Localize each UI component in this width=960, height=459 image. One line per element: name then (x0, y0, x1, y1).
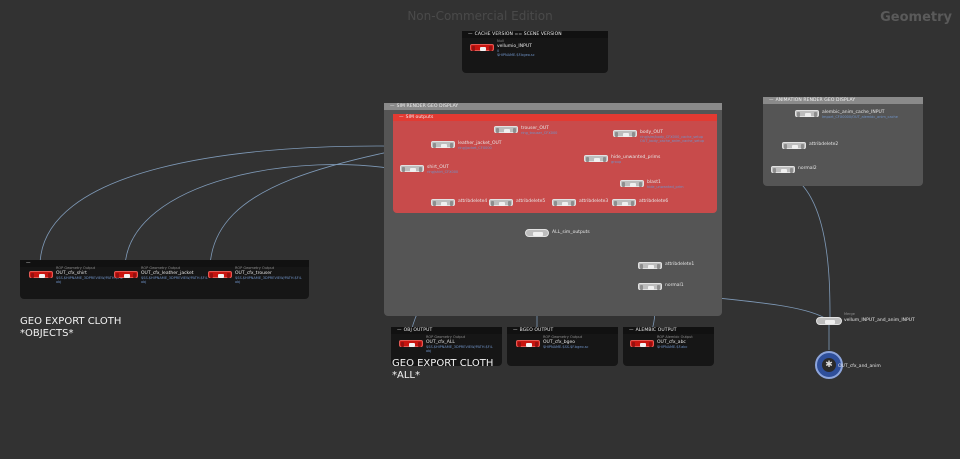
node-body[interactable] (638, 262, 662, 269)
context-title: Geometry (880, 10, 952, 25)
node-body[interactable] (489, 199, 513, 206)
node-name: attribdelete4 (458, 199, 488, 204)
node-parm: $SS.$HIPNAME_3DPREVIEW/PATH.$F4. obj (56, 276, 123, 285)
node-name: attribdelete5 (516, 199, 546, 204)
node-parm: ring/sim/body_CFX000_cache_setup OUT_body… (640, 135, 704, 144)
node-parm-line: $HIPNAME.$F.abc (657, 345, 688, 349)
node-parm: $SS.$HIPNAME_3DPREVIEW/PATH.$F4. obj (426, 345, 493, 354)
node-name: ALL_sim_outputs (552, 230, 590, 235)
node-body[interactable] (612, 199, 636, 206)
node-parm: $SS.$HIPNAME_3DPREVIEW/PATH.$F4. obj (141, 276, 208, 285)
node-parm-line: obj (141, 280, 147, 285)
box-header: — ANIMATION RENDER GEO DISPLAY (763, 97, 923, 104)
node-body[interactable] (525, 229, 549, 237)
node-body[interactable] (620, 180, 644, 187)
box-title: OBJ OUTPUT (403, 328, 433, 333)
node-body[interactable] (29, 271, 53, 278)
node-parm: ring/jacket_CFX000 (458, 146, 492, 150)
node-body[interactable] (584, 155, 608, 162)
node-name: attribdelete3 (579, 199, 609, 204)
node-body[interactable] (114, 271, 138, 278)
box-header: — CACHE VERSION == SCENE VERSION (462, 31, 608, 38)
node-name: attribdelete6 (639, 199, 669, 204)
box-title: BGEO OUTPUT (519, 328, 554, 333)
node-parm: Import_CFX0000/OUT_alembic_anim_cache (822, 115, 898, 119)
node-parm-line: $HIPNAME.$SS.$F.bgeo.sc (543, 345, 589, 349)
node-name: vellum_INPUT_and_anim_INPUT (844, 318, 915, 323)
node-body[interactable] (630, 340, 654, 347)
node-parm-line: obj (56, 280, 62, 285)
node-body[interactable] (400, 165, 424, 172)
node-name: attribdelete1 (665, 262, 695, 267)
node-parm: $SS.$HIPNAME_3DPREVIEW/PATH.$F4. obj (235, 276, 302, 285)
box-title: SIM outputs (405, 115, 434, 120)
node-parm-line: OUT_body_cache_anim_cache_setup (640, 139, 705, 144)
note-geo-export-all[interactable]: GEO EXPORT CLOTH *ALL* (392, 358, 493, 382)
node-parm-line: $SS.$HIPNAME_3DPREVIEW/PATH.$F4. (426, 345, 494, 349)
note-line: *ALL* (392, 370, 420, 381)
node-parm-line: ring/shirt_CFX000 (427, 170, 459, 174)
box-title: ALEMBIC OUTPUT (635, 328, 677, 333)
node-parm-line: obj (235, 280, 241, 285)
note-geo-export-objects[interactable]: GEO EXPORT CLOTH *OBJECTS* (20, 316, 121, 340)
node-parm-line: group (611, 160, 622, 164)
node-parm: $HIPNAME.$SS.$F.bgeo.sc (543, 345, 588, 349)
cache-version-box[interactable]: — CACHE VERSION == SCENE VERSION (462, 31, 608, 73)
node-parm-line: hide_unwanted_prim (647, 185, 684, 189)
note-line: *OBJECTS* (20, 328, 74, 339)
node-parm-line: ring_trouser_CFX000 (521, 131, 558, 135)
note-line: GEO EXPORT CLOTH (20, 316, 122, 327)
node-body[interactable] (494, 126, 518, 133)
node-parm-line: $SS.$HIPNAME_3DPREVIEW/PATH.$F4. (141, 276, 209, 280)
node-body[interactable] (516, 340, 540, 347)
node-parm-line: Import_CFX0000/OUT_alembic_anim_cache (822, 115, 898, 119)
node-body[interactable] (638, 283, 662, 290)
node-body[interactable] (613, 130, 637, 137)
box-title: SIM RENDER GEO DISPLAY (396, 104, 459, 109)
node-parm: ring/shirt_CFX000 (427, 170, 458, 174)
node-parm-line: $SS.$HIPNAME_3DPREVIEW/PATH.$F4. (235, 276, 303, 280)
node-parm-line: obj (426, 349, 432, 354)
node-body[interactable] (431, 141, 455, 148)
node-parm: ring_trouser_CFX000 (521, 131, 557, 135)
node-parm: $HIPNAME.$F.abc (657, 345, 687, 349)
box-header: — SIM RENDER GEO DISPLAY (384, 103, 722, 110)
node-name: attribdelete2 (809, 142, 839, 147)
note-line: GEO EXPORT CLOTH (392, 358, 494, 369)
box-header: — BGEO OUTPUT (507, 327, 618, 334)
non-commercial-watermark: Non-Commercial Edition (407, 9, 553, 23)
solaris-icon: ✱ (822, 358, 836, 372)
node-name: normal1 (665, 283, 684, 288)
node-parm: 0 $HIPNAME.$F.bgeo.sc (497, 49, 535, 58)
box-title: ANIMATION RENDER GEO DISPLAY (775, 98, 856, 103)
node-body[interactable] (795, 110, 819, 117)
node-body[interactable] (399, 340, 423, 347)
box-header: — SIM outputs (393, 114, 717, 121)
node-body[interactable] (431, 199, 455, 206)
node-body[interactable] (771, 166, 795, 173)
node-name: normal2 (798, 166, 817, 171)
box-header: — ALEMBIC OUTPUT (623, 327, 714, 334)
lop-node-name: OUT_cfx_and_anim (838, 364, 881, 369)
node-parm-line: $HIPNAME.$F.bgeo.sc (497, 53, 535, 58)
node-parm: hide_unwanted_prim (647, 185, 684, 189)
node-type: Merge (844, 312, 855, 316)
node-body[interactable] (552, 199, 576, 206)
node-parm-line: $SS.$HIPNAME_3DPREVIEW/PATH.$F4. (56, 276, 124, 280)
node-body[interactable] (816, 317, 842, 325)
node-parm: group (611, 160, 621, 164)
node-body[interactable] (208, 271, 232, 278)
node-body[interactable] (782, 142, 806, 149)
box-header: — OBJ OUTPUT (391, 327, 502, 334)
node-body[interactable] (470, 44, 494, 51)
box-title: CACHE VERSION == SCENE VERSION (474, 32, 562, 37)
node-parm-line: ring/jacket_CFX000 (458, 146, 492, 150)
